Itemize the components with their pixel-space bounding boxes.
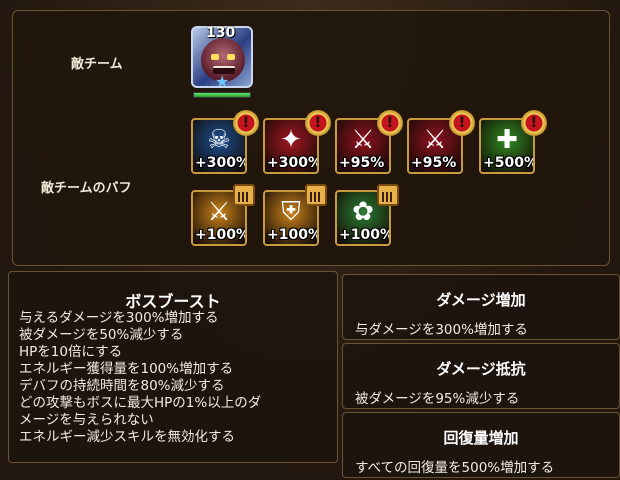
tooltip-line: HPを10倍にする: [19, 344, 123, 360]
card-desc: すべての回復量を500%増加する: [355, 460, 555, 476]
buff-value: +500%: [483, 155, 535, 171]
buff-value: +100%: [267, 227, 319, 243]
tooltip-line: 与えるダメージを300%増加する: [19, 310, 219, 326]
buff-value: +95%: [339, 155, 385, 171]
alert-badge-icon: !: [305, 110, 331, 136]
star-icon: ★: [215, 72, 230, 88]
boss-hp-bar: [193, 92, 251, 98]
buff-value: +100%: [339, 227, 391, 243]
alert-badge-icon: !: [521, 110, 547, 136]
alert-badge-icon: !: [233, 110, 259, 136]
card-desc: 与ダメージを300%増加する: [355, 322, 528, 338]
boss-eye-icon: [227, 54, 235, 60]
boss-level: 130: [206, 25, 236, 41]
buff-value: +95%: [411, 155, 457, 171]
tooltip-lines: 与えるダメージを300%増加する 被ダメージを50%減少する HPを10倍にする エネ…: [19, 310, 261, 446]
enemy-buffs-label: 敵チームのバフ: [41, 181, 132, 196]
boss-eye-icon: [211, 54, 219, 60]
buff-value: +300%: [267, 155, 319, 171]
card-desc: 被ダメージを95%減少する: [355, 391, 520, 407]
damage-up-card: ダメージ増加 与ダメージを300%増加する: [342, 274, 620, 340]
calendar-icon: [305, 184, 327, 206]
tooltip-line: メージを与えられない: [19, 412, 154, 428]
buff-value: +100%: [195, 227, 247, 243]
tooltip-line: 被ダメージを50%減少する: [19, 327, 184, 343]
alert-badge-icon: !: [449, 110, 475, 136]
tooltip-title: ボスブースト: [125, 292, 221, 311]
card-title: 回復量増加: [443, 429, 519, 447]
heal-up-card: 回復量増加 すべての回復量を500%増加する: [342, 412, 620, 478]
enemy-team-label: 敵チーム: [71, 57, 123, 72]
boss-boost-tooltip: ボスブースト 与えるダメージを300%増加する 被ダメージを50%減少する HPを1…: [8, 271, 338, 463]
tooltip-line: どの攻撃もボスに最大HPの1%以上のダ: [19, 395, 262, 411]
damage-resist-card: ダメージ抵抗 被ダメージを95%減少する: [342, 343, 620, 409]
card-title: ダメージ増加: [436, 291, 526, 309]
tooltip-line: デバフの持続時間を80%減少する: [19, 378, 225, 394]
card-title: ダメージ抵抗: [436, 360, 526, 378]
alert-badge-icon: !: [377, 110, 403, 136]
tooltip-line: エネルギー獲得量を100%増加する: [19, 361, 234, 377]
tooltip-line: エネルギー減少スキルを無効化する: [19, 429, 235, 445]
calendar-icon: [377, 184, 399, 206]
boss-hp-fill: [194, 93, 250, 97]
calendar-icon: [233, 184, 255, 206]
buff-value: +300%: [195, 155, 247, 171]
